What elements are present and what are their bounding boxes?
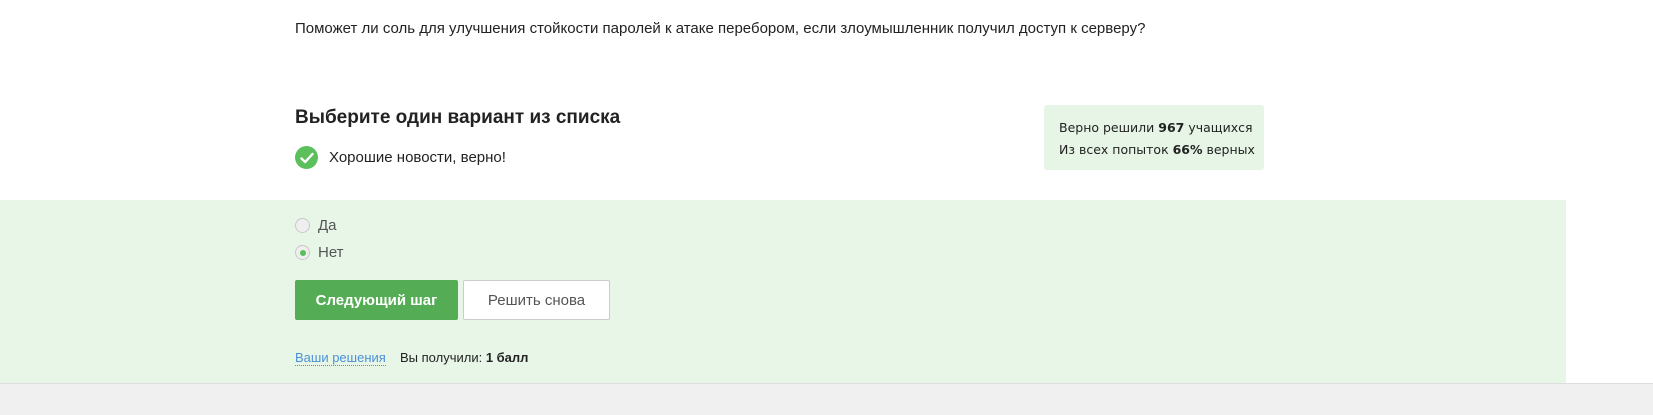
feedback-message: Хорошие новости, верно! xyxy=(295,146,506,169)
next-step-button[interactable]: Следующий шаг xyxy=(295,280,458,320)
radio-button[interactable] xyxy=(295,218,310,233)
stats-attempts: Из всех попыток 66% верных xyxy=(1059,139,1264,161)
feedback-text: Хорошие новости, верно! xyxy=(329,149,506,166)
radio-dot xyxy=(299,249,306,256)
stats-solved-prefix: Верно решили xyxy=(1059,120,1159,135)
score-prefix: Вы получили: xyxy=(400,350,486,365)
stats-box: Верно решили 967 учащихся Из всех попыто… xyxy=(1044,105,1264,170)
option-label: Да xyxy=(318,217,337,234)
option-label: Нет xyxy=(318,244,344,261)
stats-attempts-prefix: Из всех попыток xyxy=(1059,142,1173,157)
stats-attempts-percent: 66% xyxy=(1172,142,1203,157)
check-circle-icon xyxy=(295,146,318,169)
option-da[interactable]: Да xyxy=(295,217,337,234)
stats-solved-suffix: учащихся xyxy=(1184,120,1253,135)
score-text: Вы получили: 1 балл xyxy=(400,350,528,365)
question-text: Поможет ли соль для улучшения стойкости … xyxy=(295,20,1146,37)
your-solutions-link[interactable]: Ваши решения xyxy=(295,350,386,366)
option-net[interactable]: Нет xyxy=(295,244,344,261)
bottom-strip xyxy=(0,383,1653,415)
radio-button-selected[interactable] xyxy=(295,245,310,260)
stats-solved: Верно решили 967 учащихся xyxy=(1059,117,1264,139)
quiz-title: Выберите один вариант из списка xyxy=(295,107,621,128)
score-value: 1 балл xyxy=(485,350,529,365)
stats-attempts-suffix: верных xyxy=(1202,142,1255,157)
stats-solved-count: 967 xyxy=(1158,120,1185,135)
answer-area xyxy=(0,200,1566,383)
retry-button[interactable]: Решить снова xyxy=(463,280,610,320)
